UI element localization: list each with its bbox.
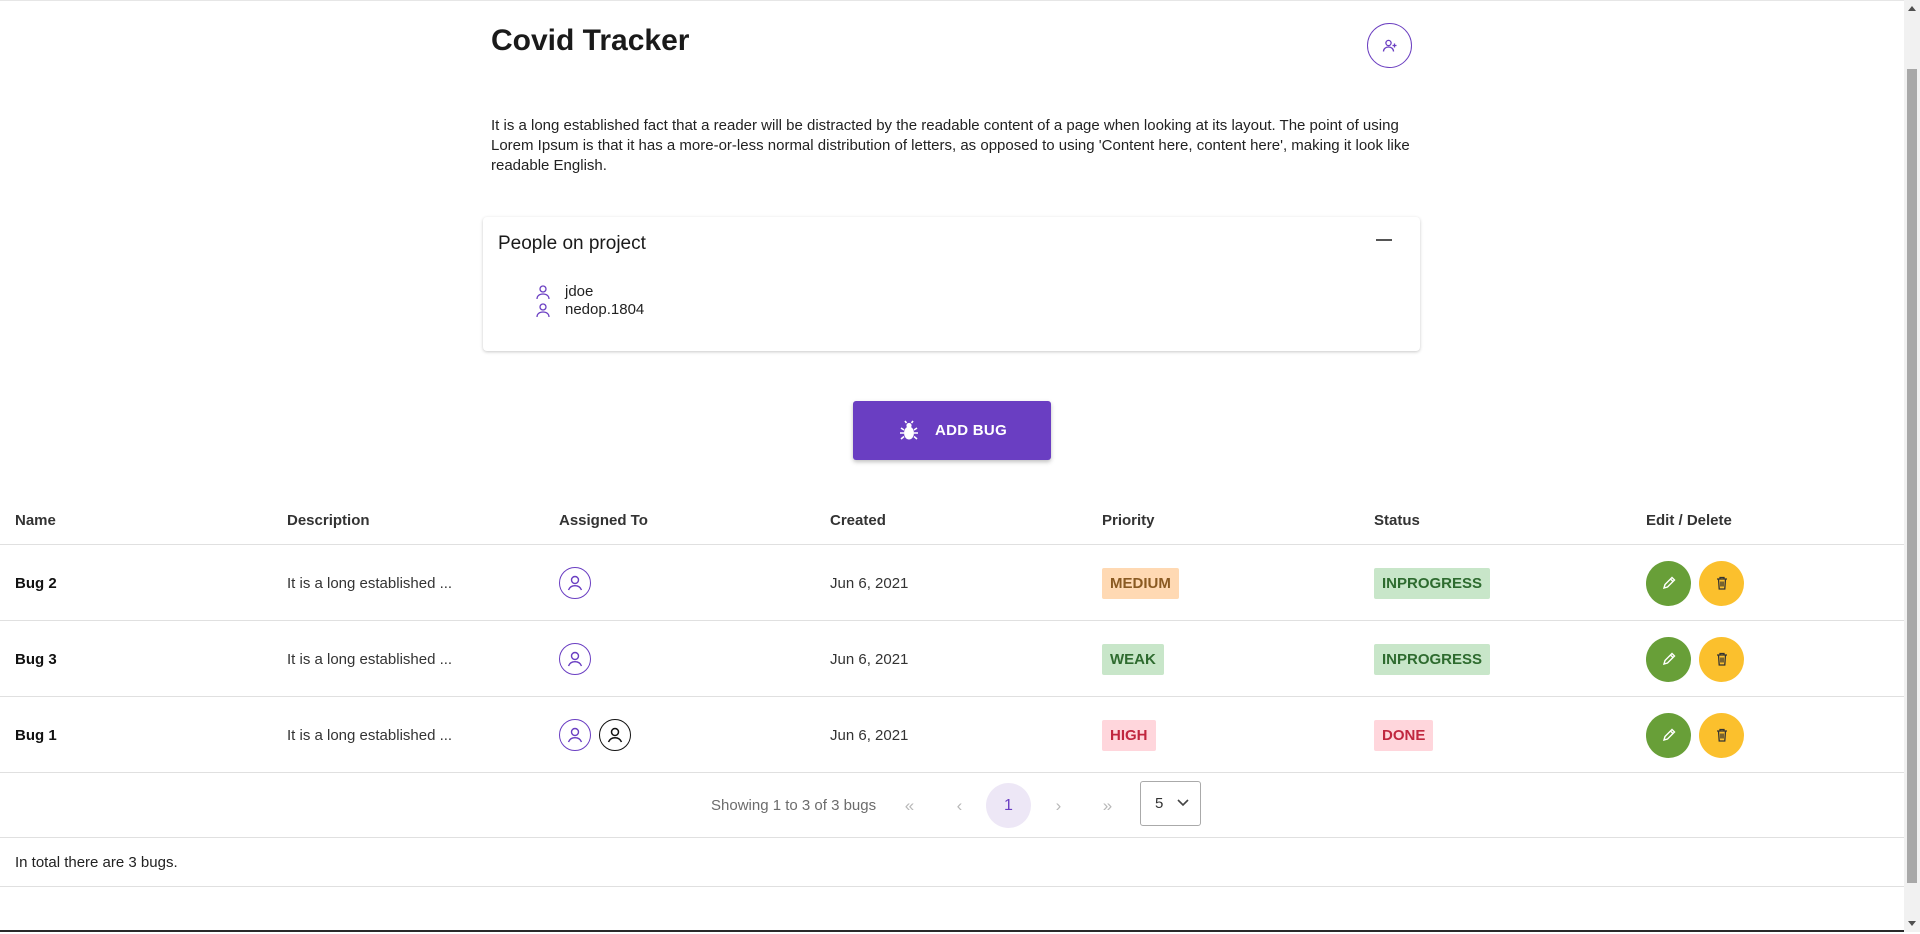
column-header-actions: Edit / Delete bbox=[1646, 512, 1732, 529]
chevron-down-icon bbox=[1177, 799, 1189, 807]
bug-description: It is a long established ... bbox=[287, 650, 453, 668]
first-page-button[interactable]: « bbox=[887, 783, 932, 828]
status-badge: INPROGRESS bbox=[1374, 567, 1491, 599]
member-item: nedop.1804 bbox=[535, 301, 644, 318]
table-footer: In total there are 3 bugs. bbox=[0, 838, 1904, 887]
project-description: It is a long established fact that a rea… bbox=[491, 117, 1410, 174]
status-cell: INPROGRESS bbox=[1374, 545, 1491, 621]
last-page-button[interactable]: » bbox=[1085, 783, 1130, 828]
pagination-summary: Showing 1 to 3 of 3 bugs bbox=[711, 797, 877, 814]
rows-per-page-select[interactable]: 5 bbox=[1140, 781, 1201, 826]
avatar[interactable] bbox=[559, 567, 591, 599]
member-name: jdoe bbox=[565, 283, 594, 300]
member-item: jdoe bbox=[535, 283, 593, 300]
trash-icon bbox=[1716, 652, 1727, 666]
bug-created: Jun 6, 2021 bbox=[830, 650, 909, 668]
bug-created: Jun 6, 2021 bbox=[830, 726, 909, 744]
scrollbar-thumb[interactable] bbox=[1907, 69, 1917, 883]
pencil-icon bbox=[1662, 728, 1675, 742]
priority-badge: WEAK bbox=[1102, 643, 1164, 675]
priority-cell: MEDIUM bbox=[1102, 545, 1179, 621]
edit-button[interactable] bbox=[1646, 636, 1691, 682]
avatar[interactable] bbox=[559, 643, 591, 675]
person-add-icon bbox=[1382, 39, 1396, 52]
add-user-button[interactable] bbox=[1367, 23, 1412, 68]
people-panel: People on project jdoe nedop.1804 bbox=[483, 217, 1420, 351]
rows-per-page-value: 5 bbox=[1155, 795, 1164, 812]
avatar[interactable] bbox=[599, 719, 631, 751]
page-title: Covid Tracker bbox=[491, 24, 690, 57]
people-panel-title: People on project bbox=[498, 233, 646, 254]
bug-created: Jun 6, 2021 bbox=[830, 574, 909, 592]
prev-page-button[interactable]: ‹ bbox=[937, 783, 982, 828]
user-icon bbox=[536, 284, 550, 299]
avatar[interactable] bbox=[559, 719, 591, 751]
status-badge: INPROGRESS bbox=[1374, 643, 1491, 675]
table-row[interactable]: Bug 2 It is a long established ... Jun 6… bbox=[0, 545, 1904, 621]
priority-cell: HIGH bbox=[1102, 697, 1156, 773]
actions-cell bbox=[1646, 697, 1752, 773]
column-header-description[interactable]: Description bbox=[287, 512, 370, 529]
table-row[interactable]: Bug 3 It is a long established ... Jun 6… bbox=[0, 621, 1904, 697]
edit-button[interactable] bbox=[1646, 712, 1691, 758]
scroll-down-arrow-icon[interactable] bbox=[1904, 916, 1920, 932]
bugs-table: Name Description Assigned To Created Pri… bbox=[0, 497, 1904, 887]
page-button-current[interactable]: 1 bbox=[986, 783, 1031, 828]
next-page-button[interactable]: › bbox=[1036, 783, 1081, 828]
add-bug-button[interactable]: ADD BUG bbox=[853, 401, 1051, 460]
status-cell: INPROGRESS bbox=[1374, 621, 1491, 697]
status-cell: DONE bbox=[1374, 697, 1434, 773]
actions-cell bbox=[1646, 621, 1752, 697]
scroll-up-arrow-icon[interactable] bbox=[1904, 0, 1920, 16]
pencil-icon bbox=[1662, 576, 1675, 590]
priority-badge: MEDIUM bbox=[1102, 567, 1179, 599]
add-bug-label: ADD BUG bbox=[934, 422, 1008, 439]
user-circle-icon bbox=[607, 727, 623, 743]
user-icon bbox=[536, 302, 550, 317]
bug-description: It is a long established ... bbox=[287, 574, 453, 592]
column-header-assigned[interactable]: Assigned To bbox=[559, 512, 648, 529]
bug-icon bbox=[899, 420, 918, 440]
status-badge: DONE bbox=[1374, 719, 1434, 751]
total-bugs-text: In total there are 3 bugs. bbox=[15, 853, 178, 871]
user-circle-icon bbox=[567, 651, 583, 667]
user-circle-icon bbox=[567, 727, 583, 743]
top-divider bbox=[0, 0, 1904, 1]
table-row[interactable]: Bug 1 It is a long established ... Jun 6… bbox=[0, 697, 1904, 773]
pencil-icon bbox=[1662, 652, 1675, 666]
bug-description: It is a long established ... bbox=[287, 726, 453, 744]
assignees bbox=[559, 621, 599, 697]
assignees bbox=[559, 697, 639, 773]
bug-name: Bug 2 bbox=[15, 574, 57, 592]
column-header-created[interactable]: Created bbox=[830, 512, 886, 529]
user-circle-icon bbox=[567, 575, 583, 591]
column-header-priority[interactable]: Priority bbox=[1102, 512, 1155, 529]
page: Covid Tracker It is a long established f… bbox=[0, 0, 1904, 932]
assignees bbox=[559, 545, 599, 621]
trash-icon bbox=[1716, 728, 1727, 742]
column-header-status[interactable]: Status bbox=[1374, 512, 1420, 529]
paginator: Showing 1 to 3 of 3 bugs « ‹ 1 › » 5 bbox=[0, 773, 1904, 838]
column-header-name[interactable]: Name bbox=[15, 512, 56, 529]
bottom-divider bbox=[0, 930, 1904, 932]
delete-button[interactable] bbox=[1699, 712, 1744, 758]
actions-cell bbox=[1646, 545, 1752, 621]
bug-name: Bug 1 bbox=[15, 726, 57, 744]
priority-cell: WEAK bbox=[1102, 621, 1164, 697]
delete-button[interactable] bbox=[1699, 636, 1744, 682]
edit-button[interactable] bbox=[1646, 560, 1691, 606]
delete-button[interactable] bbox=[1699, 560, 1744, 606]
collapse-icon[interactable] bbox=[1376, 239, 1392, 241]
priority-badge: HIGH bbox=[1102, 719, 1156, 751]
table-header: Name Description Assigned To Created Pri… bbox=[0, 497, 1904, 545]
bug-name: Bug 3 bbox=[15, 650, 57, 668]
trash-icon bbox=[1716, 576, 1727, 590]
member-name: nedop.1804 bbox=[565, 301, 645, 318]
